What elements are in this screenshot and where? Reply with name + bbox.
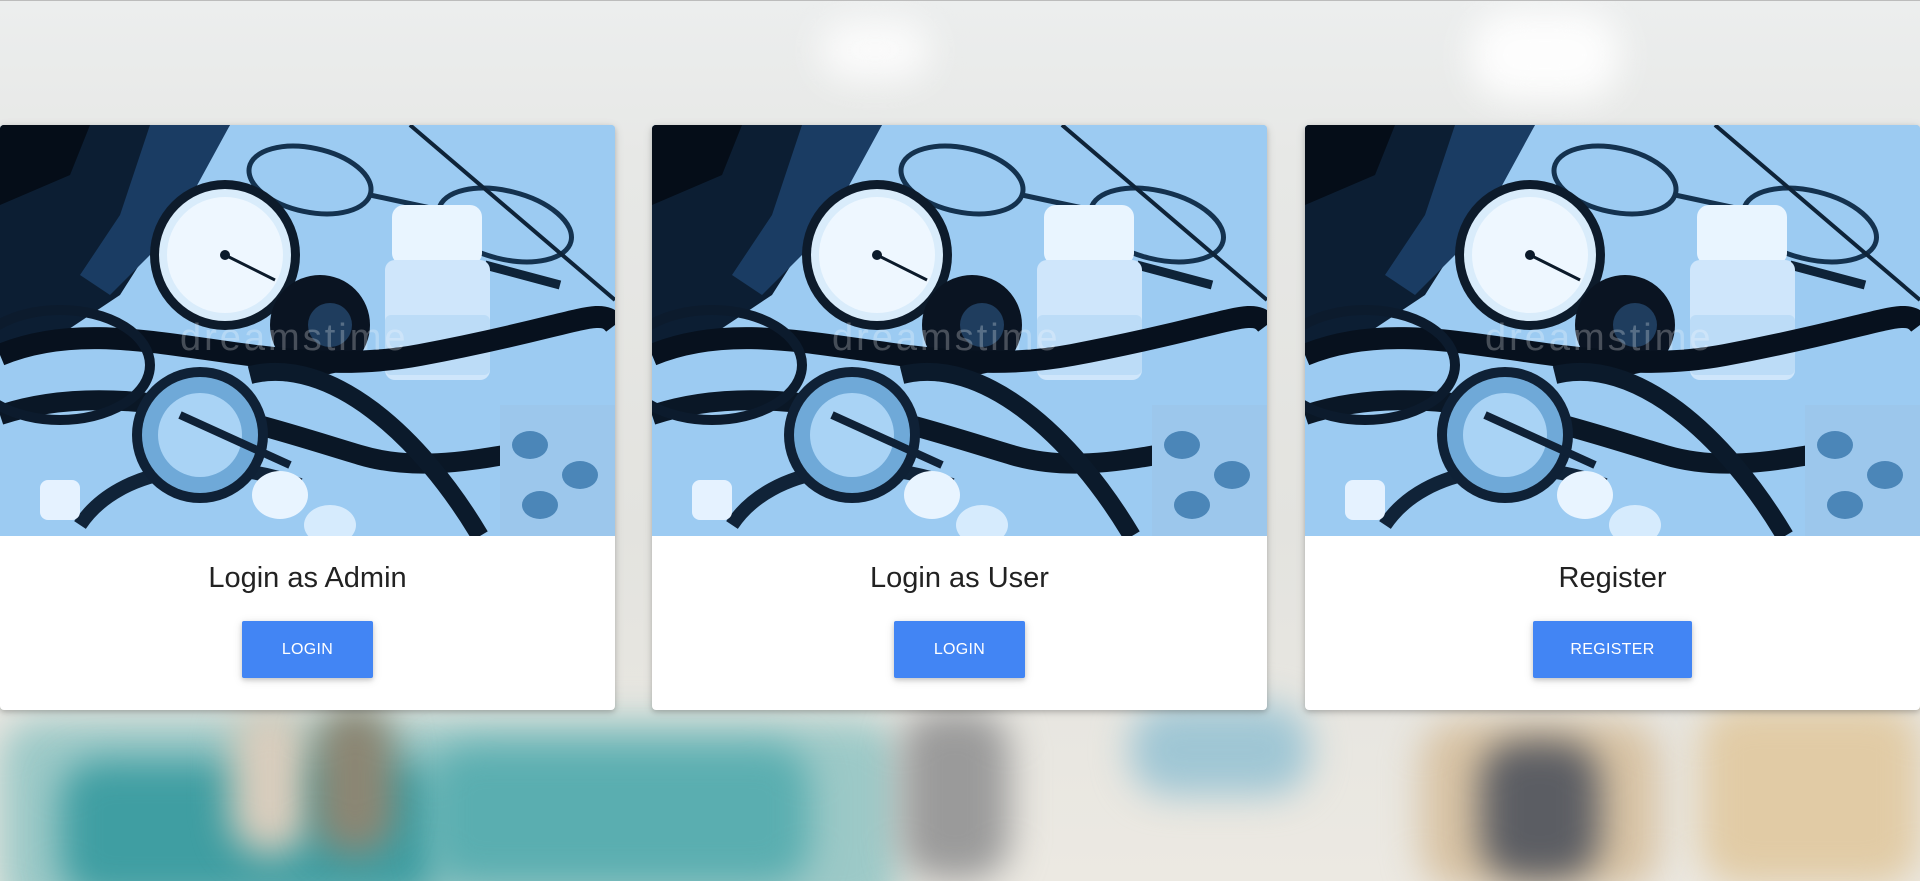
admin-login-card: Login as Admin LOGIN [0,125,615,710]
card-title: Login as Admin [208,562,407,594]
top-border [0,0,1920,1]
card-row: Login as Admin LOGIN Login as User LOGIN… [0,125,1920,710]
card-image [0,125,615,536]
user-login-card: Login as User LOGIN [652,125,1267,710]
card-image [652,125,1267,536]
register-card: Register REGISTER [1305,125,1920,710]
medical-equipment-photo [0,125,615,536]
card-title: Register [1558,562,1667,594]
user-login-button[interactable]: LOGIN [894,621,1025,678]
card-image [1305,125,1920,536]
admin-login-button[interactable]: LOGIN [242,621,373,678]
medical-equipment-photo [652,125,1267,536]
register-button[interactable]: REGISTER [1533,621,1692,678]
medical-equipment-photo [1305,125,1920,536]
card-title: Login as User [870,562,1049,594]
